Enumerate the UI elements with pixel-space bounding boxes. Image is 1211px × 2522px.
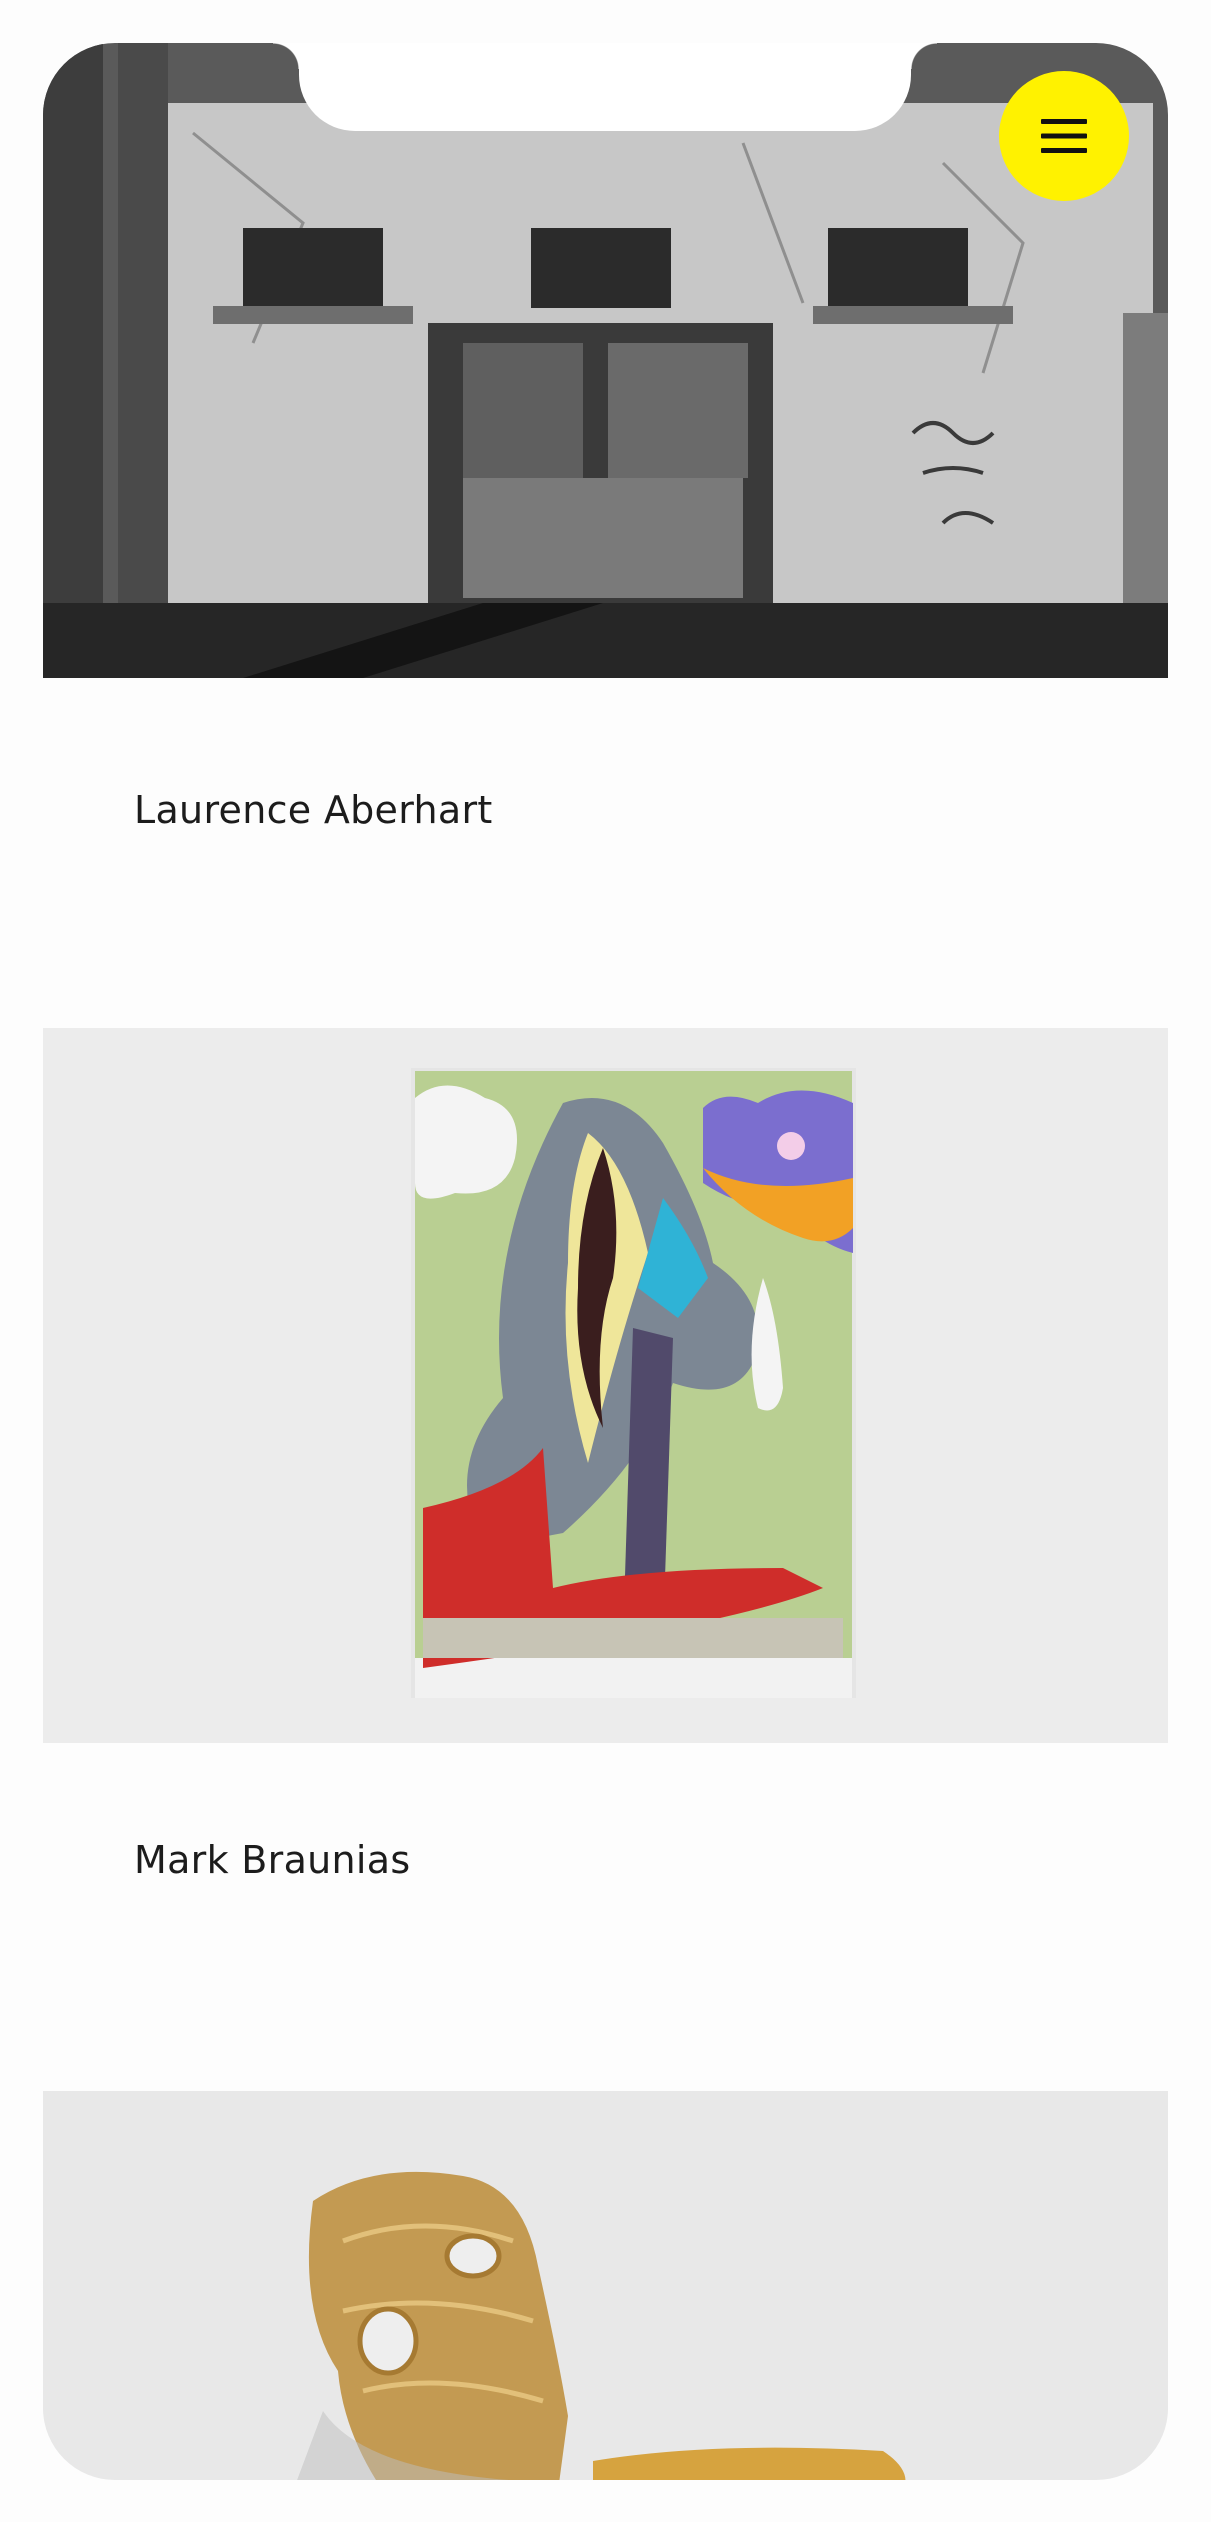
artist-card[interactable]: Mark Braunias [43, 1028, 1168, 1882]
menu-button[interactable] [999, 71, 1129, 201]
artist-name-link[interactable]: Laurence Aberhart [134, 788, 493, 832]
artist-image-sculpture[interactable] [43, 2091, 1168, 2480]
artist-name-link[interactable]: Mark Braunias [134, 1838, 410, 1882]
artist-card[interactable] [43, 2091, 1168, 2480]
device-notch [273, 43, 937, 131]
hamburger-icon [1041, 119, 1087, 153]
phone-screen: Laurence Aberhart Mark Braunias [43, 43, 1168, 2480]
artist-image-braunias[interactable] [43, 1028, 1168, 1743]
